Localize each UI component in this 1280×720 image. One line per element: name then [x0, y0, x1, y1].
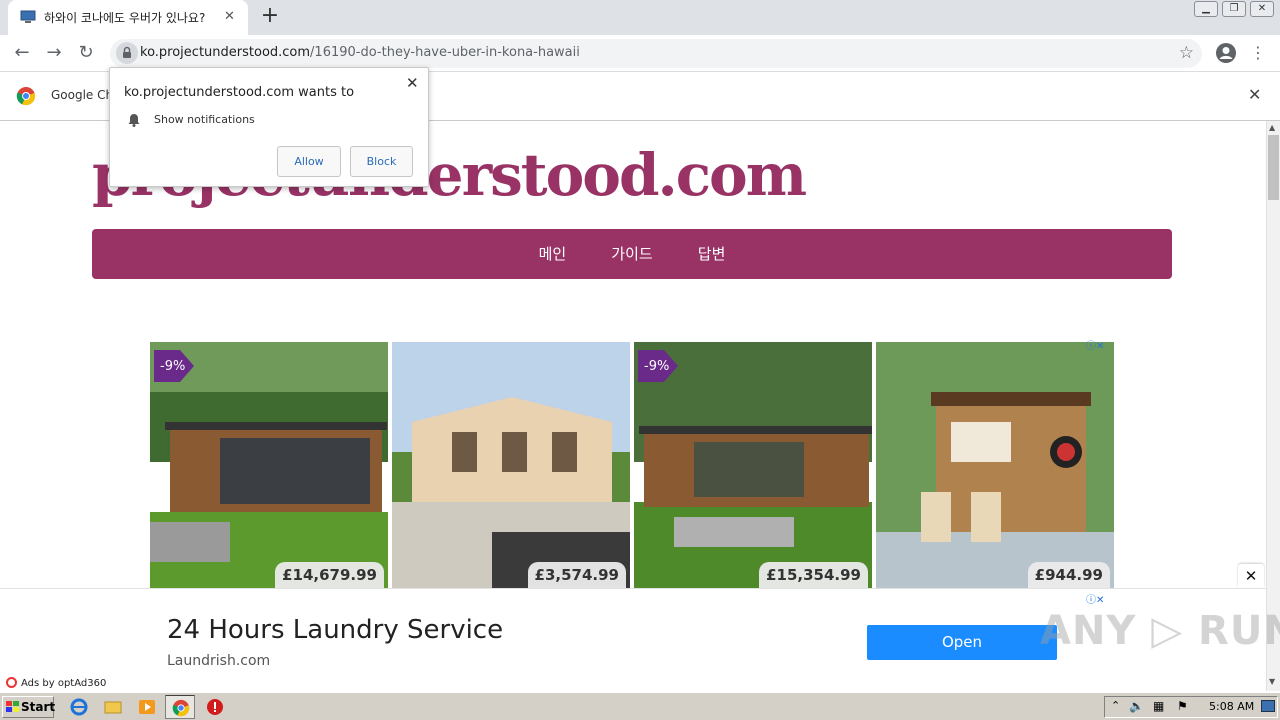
chrome-taskbar-button[interactable]: [165, 695, 195, 719]
permission-message: ko.projectunderstood.com wants to: [124, 85, 355, 100]
product-card[interactable]: £944.99: [876, 342, 1114, 588]
nav-item-answers[interactable]: 답변: [698, 229, 726, 279]
ad-domain: Laundrish.com: [167, 653, 271, 669]
anyrun-watermark: ANY ▷ RUN: [1040, 608, 1280, 654]
windows-logo-icon: [6, 701, 19, 712]
block-button[interactable]: Block: [350, 146, 413, 177]
discount-text: -9%: [644, 359, 670, 374]
product-price: £14,679.99: [275, 562, 384, 588]
popup-close-icon[interactable]: ✕: [406, 74, 419, 92]
info-bar-text: Google Ch: [51, 88, 114, 102]
new-tab-button[interactable]: +: [258, 4, 282, 28]
product-price: £3,574.99: [527, 562, 626, 588]
url-domain: ko.projectunderstood.com: [140, 45, 311, 60]
product-image: [876, 342, 1114, 588]
nav-item-main[interactable]: 메인: [539, 229, 567, 279]
scroll-down-icon[interactable]: ▼: [1269, 677, 1275, 686]
bookmark-star-icon[interactable]: ☆: [1179, 43, 1194, 63]
allow-button[interactable]: Allow: [277, 146, 341, 177]
adchoices-icon[interactable]: ⓘ✕: [1086, 594, 1116, 608]
clock[interactable]: 5:08 AM: [1209, 700, 1254, 713]
permission-type: Show notifications: [154, 113, 255, 126]
tab-close-icon[interactable]: ✕: [224, 9, 235, 24]
product-image: [392, 342, 630, 588]
profile-avatar-icon[interactable]: [1215, 42, 1237, 64]
page-favicon-icon: [20, 10, 36, 23]
system-tray: ⌃ 🔈 ▦ ⚑ 5:08 AM: [1104, 696, 1278, 718]
site-nav: 메인 가이드 답변: [92, 229, 1172, 279]
start-label: Start: [21, 700, 56, 714]
bell-icon: [128, 114, 140, 127]
tab-strip: 하와이 코나에도 우버가 있나요? ✕ + ▁ ❐ ✕: [0, 0, 1280, 35]
product-card[interactable]: -9% £15,354.99: [634, 342, 872, 588]
show-desktop-icon[interactable]: [1261, 700, 1275, 712]
start-button[interactable]: Start: [2, 696, 56, 718]
stop-icon[interactable]: [206, 698, 224, 716]
folder-icon[interactable]: [104, 698, 122, 716]
windows-taskbar: Start ⌃ 🔈 ▦ ⚑ 5:08 AM: [0, 692, 1280, 720]
url-path: /16190-do-they-have-uber-in-kona-hawaii: [310, 45, 580, 60]
forward-button[interactable]: →: [42, 41, 66, 65]
close-window-button[interactable]: ✕: [1250, 1, 1274, 17]
page-scrollbar[interactable]: ▲ ▼: [1266, 121, 1280, 691]
ad-headline[interactable]: 24 Hours Laundry Service: [167, 615, 503, 645]
media-player-icon[interactable]: [138, 698, 156, 716]
browser-menu-icon[interactable]: ⋮: [1250, 42, 1266, 64]
window-controls: ▁ ❐ ✕: [1190, 1, 1274, 17]
ads-by-text: Ads by optAd360: [21, 678, 107, 689]
product-price: £944.99: [1027, 562, 1110, 588]
discount-text: -9%: [160, 359, 186, 374]
optad-logo-icon: [6, 677, 17, 688]
url-text: ko.projectunderstood.com/16190-do-they-h…: [140, 45, 580, 60]
minimize-button[interactable]: ▁: [1194, 1, 1218, 17]
chrome-icon: [172, 699, 190, 717]
product-ad[interactable]: -9% £14,679.99 £3,574.99 -9% £15,354.99 …: [150, 340, 1116, 588]
action-center-flag-icon[interactable]: ⚑: [1177, 699, 1188, 713]
ad-open-button[interactable]: Open: [867, 625, 1057, 660]
discount-badge: -9%: [634, 346, 680, 386]
product-card[interactable]: £3,574.99: [392, 342, 630, 588]
lock-icon[interactable]: [116, 42, 138, 64]
back-button[interactable]: ←: [10, 41, 34, 65]
product-card[interactable]: -9% £14,679.99: [150, 342, 388, 588]
adchoices-icon[interactable]: ⓘ✕: [1086, 340, 1116, 354]
scroll-up-icon[interactable]: ▲: [1269, 123, 1275, 132]
network-icon[interactable]: ▦: [1153, 699, 1164, 713]
product-price: £15,354.99: [759, 562, 868, 588]
address-bar[interactable]: ko.projectunderstood.com/16190-do-they-h…: [110, 39, 1202, 68]
volume-icon[interactable]: 🔈: [1129, 699, 1144, 713]
restore-button[interactable]: ❐: [1222, 1, 1246, 17]
reload-button[interactable]: ↻: [74, 41, 98, 65]
tray-expand-icon[interactable]: ⌃: [1111, 699, 1120, 712]
nav-item-guide[interactable]: 가이드: [611, 229, 652, 279]
notification-permission-popup: ko.projectunderstood.com wants to ✕ Show…: [109, 67, 429, 187]
ads-by-label[interactable]: Ads by optAd360: [6, 677, 106, 689]
ie-icon[interactable]: [70, 698, 88, 716]
discount-badge: -9%: [150, 346, 196, 386]
browser-tab[interactable]: 하와이 코나에도 우버가 있나요? ✕: [8, 0, 248, 35]
chrome-logo-icon: [16, 87, 36, 106]
ad-close-button[interactable]: ✕: [1238, 564, 1264, 588]
tab-title: 하와이 코나에도 우버가 있나요?: [44, 11, 206, 25]
info-bar-close-icon[interactable]: ✕: [1248, 85, 1261, 104]
scrollbar-thumb[interactable]: [1268, 135, 1279, 200]
